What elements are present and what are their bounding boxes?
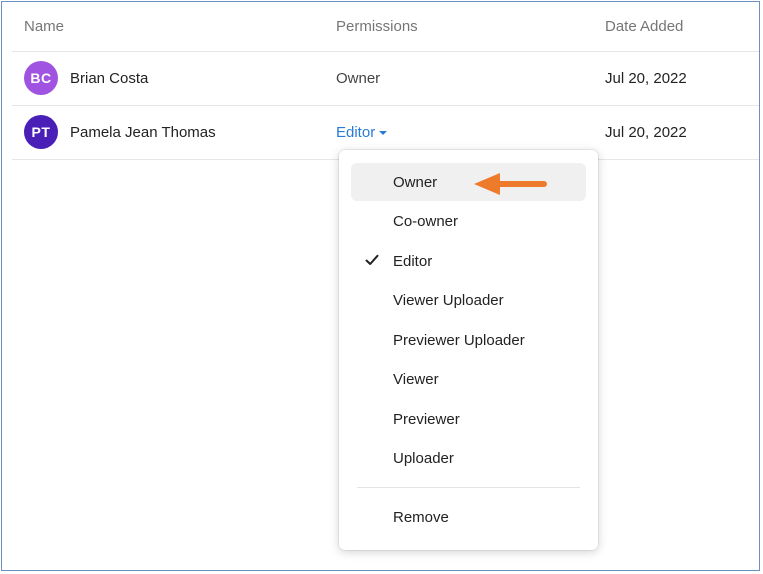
avatar-initials: PT (31, 124, 51, 140)
permission-dropdown-label: Editor (336, 123, 376, 141)
collaborator-cell: BC Brian Costa (24, 51, 148, 105)
avatar: PT (24, 115, 58, 149)
menu-item-label: Owner (393, 173, 438, 191)
collaborator-cell: PT Pamela Jean Thomas (24, 105, 216, 159)
menu-item-editor[interactable]: Editor (351, 242, 586, 280)
date-added: Jul 20, 2022 (605, 69, 687, 87)
avatar-initials: BC (30, 70, 52, 86)
name-column-header: Name (24, 18, 65, 35)
permissions-column-header: Permissions (336, 18, 418, 35)
arrow-left-icon (474, 173, 547, 195)
menu-item-label: Editor (393, 252, 433, 270)
permissions-panel: Name Permissions Date Added BC Brian Cos… (1, 1, 760, 571)
permission-value: Owner (336, 69, 381, 87)
menu-item-label: Uploader (393, 449, 454, 467)
menu-item-label: Remove (393, 508, 449, 526)
menu-item-label: Viewer Uploader (393, 291, 504, 309)
check-icon (365, 254, 379, 265)
permission-dropdown-toggle[interactable]: Editor (336, 123, 388, 141)
menu-item-viewer[interactable]: Viewer (351, 360, 586, 398)
menu-item-viewer-uploader[interactable]: Viewer Uploader (351, 281, 586, 319)
caret-down-icon (379, 131, 388, 135)
menu-item-previewer[interactable]: Previewer (351, 400, 586, 438)
table-row: BC Brian Costa Owner Jul 20, 2022 (12, 51, 759, 106)
menu-item-previewer-uploader[interactable]: Previewer Uploader (351, 321, 586, 359)
menu-item-label: Previewer (393, 410, 460, 428)
menu-item-co-owner[interactable]: Co-owner (351, 202, 586, 240)
table-header: Name Permissions Date Added (12, 2, 759, 52)
menu-item-label: Co-owner (393, 212, 459, 230)
date-added-column-header: Date Added (605, 18, 684, 35)
date-added: Jul 20, 2022 (605, 123, 687, 141)
collaborator-name: Brian Costa (70, 69, 149, 87)
menu-item-owner[interactable]: Owner (351, 163, 586, 201)
avatar: BC (24, 61, 58, 95)
menu-divider (357, 487, 580, 488)
permission-dropdown-menu: Owner Co-owner Editor Viewer Uploader Pr… (339, 150, 598, 550)
collaborator-name: Pamela Jean Thomas (70, 123, 216, 141)
menu-item-uploader[interactable]: Uploader (351, 439, 586, 477)
menu-item-label: Previewer Uploader (393, 331, 525, 349)
menu-item-label: Viewer (393, 370, 439, 388)
menu-item-remove[interactable]: Remove (351, 498, 586, 536)
